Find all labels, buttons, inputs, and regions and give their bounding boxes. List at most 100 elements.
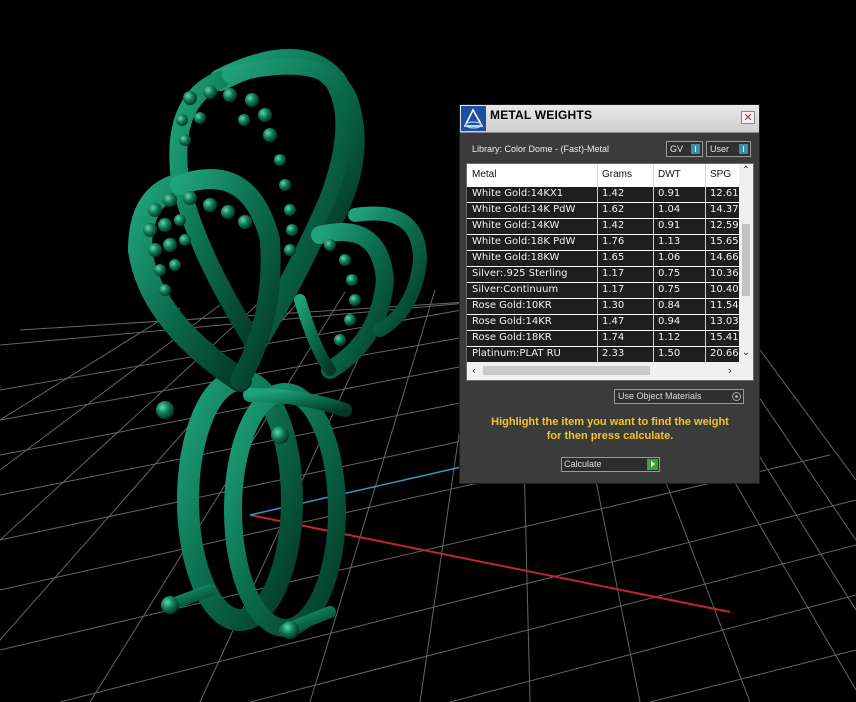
- cell-divider: [653, 251, 654, 266]
- cell-spg: 10.36: [710, 268, 739, 279]
- cell-divider: [705, 251, 706, 266]
- cell-divider: [705, 315, 706, 330]
- cell-divider: [653, 315, 654, 330]
- cell-metal: Silver:.925 Sterling: [472, 268, 568, 279]
- cell-grams: 1.30: [602, 300, 625, 311]
- horizontal-scrollbar[interactable]: ‹ ›: [467, 362, 739, 380]
- cell-divider: [653, 235, 654, 250]
- toggle-icon: [691, 144, 700, 154]
- cell-spg: 12.59: [710, 220, 739, 231]
- table-row[interactable]: Silver:.925 Sterling 1.17 0.75 10.36: [467, 267, 739, 282]
- cell-grams: 1.42: [602, 188, 625, 199]
- cell-metal: White Gold:18KW: [472, 252, 560, 263]
- cell-divider: [705, 203, 706, 218]
- table-row[interactable]: Silver:Continuum 1.17 0.75 10.40: [467, 283, 739, 298]
- cell-metal: Silver:Continuum: [472, 284, 559, 295]
- cell-spg: 10.40: [710, 284, 739, 295]
- instruction-line-2: for then press calculate.: [546, 430, 674, 442]
- cell-spg: 13.03: [710, 316, 739, 327]
- dialog-title: METAL WEIGHTS: [490, 108, 593, 122]
- metal-weights-dialog: METAL WEIGHTS ✕ Library: Color Dome - (F…: [459, 104, 760, 484]
- gv-toggle-label: GV: [670, 144, 684, 154]
- cell-divider: [705, 347, 706, 362]
- cell-divider: [705, 331, 706, 346]
- library-label: Library: Color Dome - (Fast)-Metal: [472, 144, 610, 154]
- scroll-up-icon[interactable]: ⌃: [739, 164, 753, 178]
- cell-divider: [597, 187, 598, 202]
- col-header-metal[interactable]: Metal: [472, 169, 496, 180]
- table-row[interactable]: White Gold:18KW 1.65 1.06 14.66: [467, 251, 739, 266]
- cell-dwt: 1.04: [658, 204, 681, 215]
- cell-dwt: 1.50: [658, 348, 681, 359]
- table-row[interactable]: White Gold:14KW 1.42 0.91 12.59: [467, 219, 739, 234]
- column-divider[interactable]: [597, 164, 598, 187]
- cell-divider: [597, 219, 598, 234]
- cell-divider: [705, 187, 706, 202]
- cell-divider: [705, 299, 706, 314]
- table-row[interactable]: Rose Gold:18KR 1.74 1.12 15.41: [467, 331, 739, 346]
- cell-divider: [597, 315, 598, 330]
- cad-app-icon: [461, 106, 486, 131]
- horizontal-scroll-thumb[interactable]: [483, 366, 650, 375]
- col-header-dwt[interactable]: DWT: [658, 169, 681, 180]
- table-row[interactable]: White Gold:14K PdW 1.62 1.04 14.37: [467, 203, 739, 218]
- cell-divider: [597, 251, 598, 266]
- table-row[interactable]: Rose Gold:10KR 1.30 0.84 11.54: [467, 299, 739, 314]
- cell-metal: Rose Gold:14KR: [472, 316, 552, 327]
- vertical-scrollbar[interactable]: ⌃ ⌄: [739, 164, 753, 362]
- close-icon[interactable]: ✕: [741, 111, 755, 124]
- cell-divider: [653, 347, 654, 362]
- cell-spg: 14.66: [710, 252, 739, 263]
- instruction-text: Highlight the item you want to find the …: [470, 415, 750, 443]
- cell-spg: 14.37: [710, 204, 739, 215]
- cell-grams: 1.42: [602, 220, 625, 231]
- cell-metal: White Gold:14KW: [472, 220, 560, 231]
- cell-dwt: 0.91: [658, 188, 681, 199]
- table-row[interactable]: White Gold:14KX1 1.42 0.91 12.61: [467, 187, 739, 202]
- play-icon: [647, 459, 658, 470]
- instruction-line-1: Highlight the item you want to find the …: [491, 416, 729, 428]
- materials-dropdown[interactable]: Use Object Materials: [614, 389, 744, 404]
- cell-metal: White Gold:18K PdW: [472, 236, 576, 247]
- cell-spg: 12.61: [710, 188, 739, 199]
- cell-metal: Rose Gold:18KR: [472, 332, 552, 343]
- scroll-down-icon[interactable]: ⌄: [739, 346, 753, 360]
- cell-grams: 1.17: [602, 268, 625, 279]
- cell-divider: [597, 299, 598, 314]
- col-header-grams[interactable]: Grams: [602, 169, 632, 180]
- col-header-spg[interactable]: SPG: [710, 169, 731, 180]
- dialog-titlebar[interactable]: METAL WEIGHTS ✕: [460, 105, 759, 133]
- cell-spg: 15.65: [710, 236, 739, 247]
- gv-toggle[interactable]: GV: [666, 141, 703, 157]
- cell-grams: 1.65: [602, 252, 625, 263]
- cell-dwt: 1.06: [658, 252, 681, 263]
- scroll-left-icon[interactable]: ‹: [467, 362, 481, 380]
- cell-divider: [653, 299, 654, 314]
- cell-dwt: 0.75: [658, 268, 681, 279]
- scroll-right-icon[interactable]: ›: [723, 362, 737, 380]
- table-row[interactable]: White Gold:18K PdW 1.76 1.13 15.65: [467, 235, 739, 250]
- cell-metal: Rose Gold:10KR: [472, 300, 552, 311]
- table-row[interactable]: Platinum:PLAT RU 2.33 1.50 20.66: [467, 347, 739, 362]
- toggle-icon: [739, 144, 748, 154]
- cell-divider: [597, 347, 598, 362]
- cell-grams: 1.74: [602, 332, 625, 343]
- cell-grams: 1.47: [602, 316, 625, 327]
- column-divider[interactable]: [705, 164, 706, 187]
- cell-metal: White Gold:14K PdW: [472, 204, 576, 215]
- dropdown-arrow-icon: [732, 392, 741, 401]
- table-row[interactable]: Rose Gold:14KR 1.47 0.94 13.03: [467, 315, 739, 330]
- column-divider[interactable]: [653, 164, 654, 187]
- cell-divider: [705, 219, 706, 234]
- cell-divider: [653, 331, 654, 346]
- cell-dwt: 0.94: [658, 316, 681, 327]
- cell-grams: 1.62: [602, 204, 625, 215]
- cell-spg: 15.41: [710, 332, 739, 343]
- user-toggle[interactable]: User: [706, 141, 751, 157]
- cell-grams: 1.76: [602, 236, 625, 247]
- cell-dwt: 1.13: [658, 236, 681, 247]
- scroll-thumb[interactable]: [742, 224, 750, 296]
- metal-table[interactable]: Metal Grams DWT SPG White Gold:14KX1 1.42…: [466, 163, 754, 381]
- cell-divider: [653, 267, 654, 282]
- calculate-button[interactable]: Calculate: [561, 457, 660, 472]
